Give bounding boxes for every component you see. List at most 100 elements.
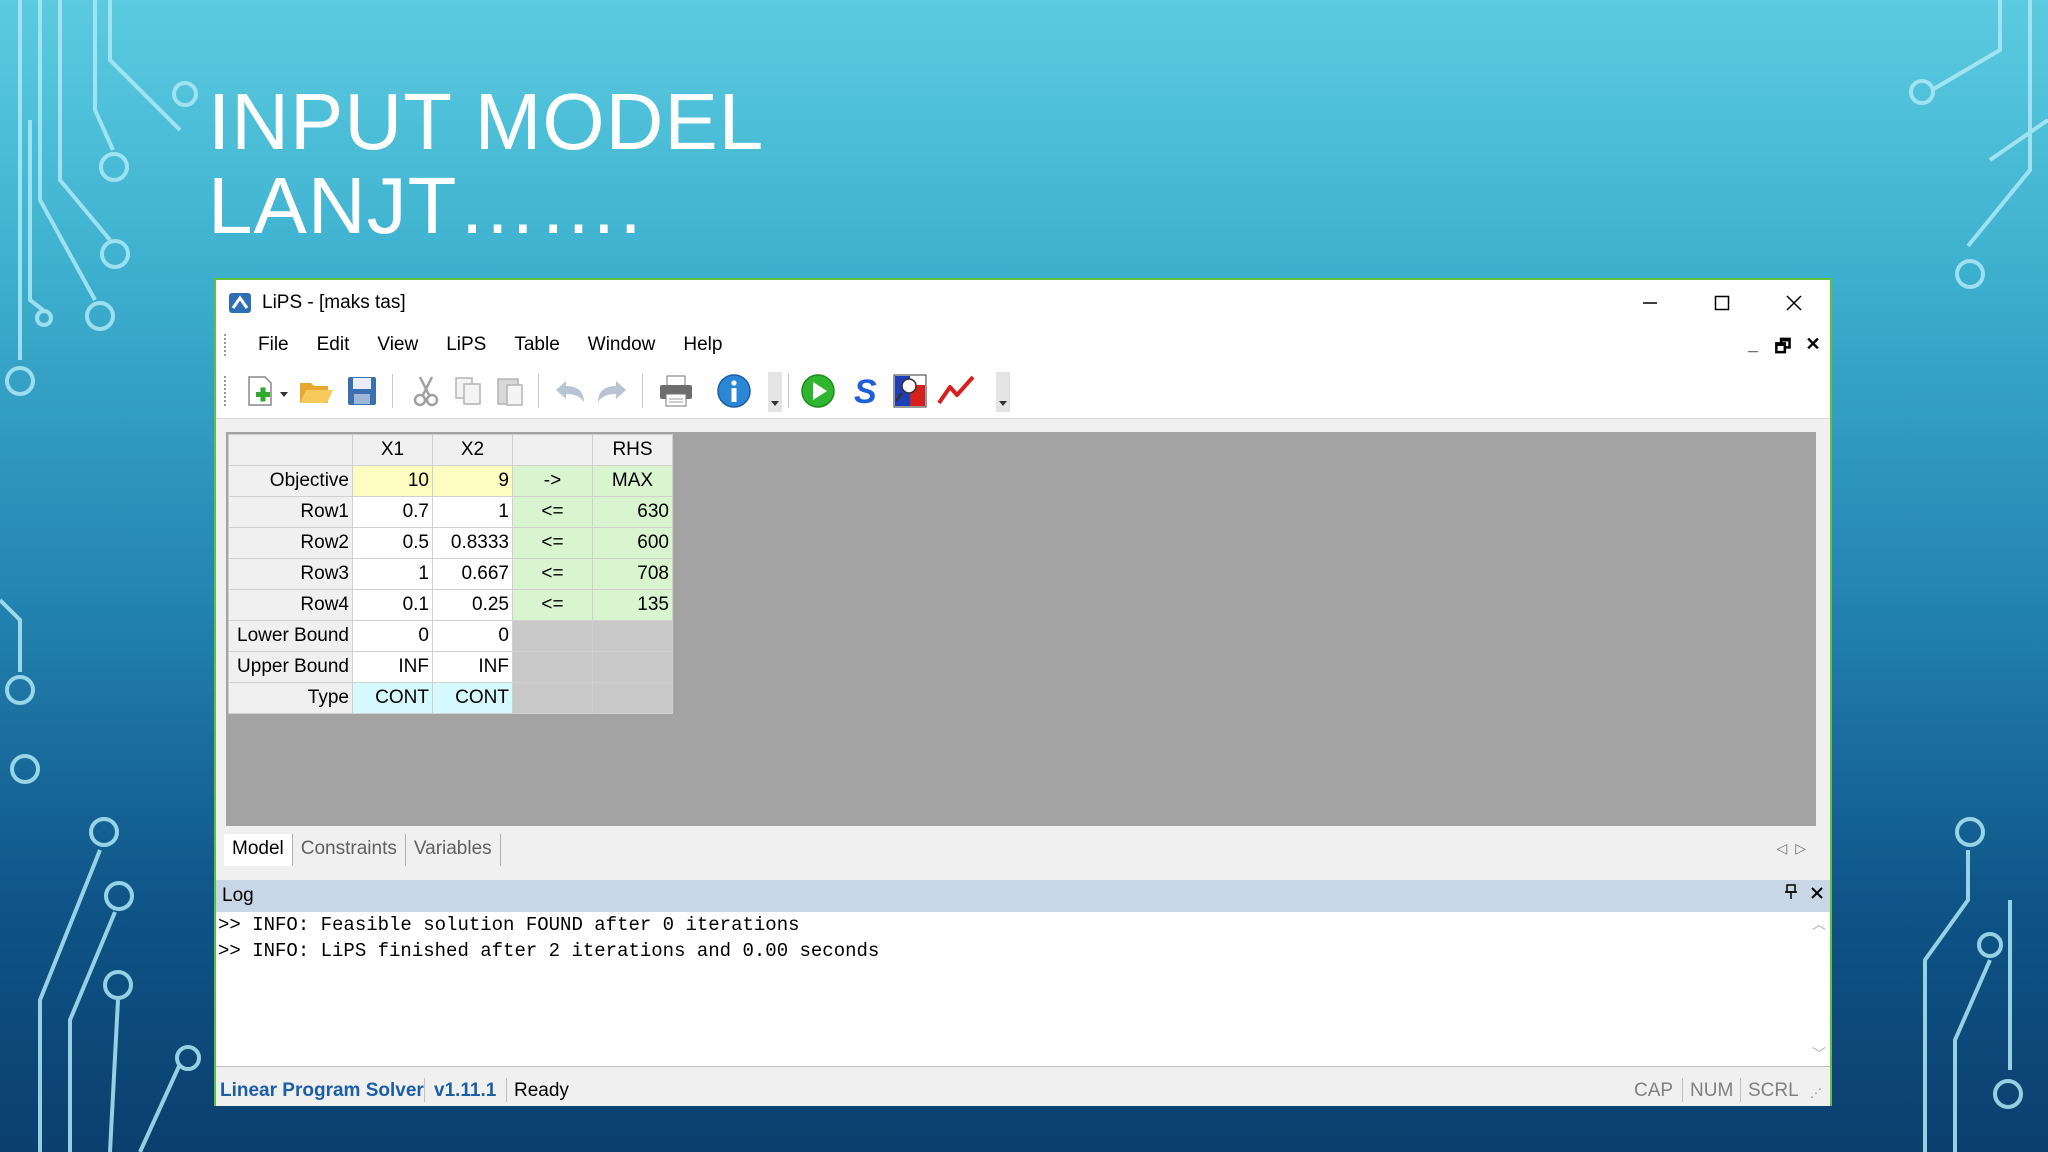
mdi-close-button[interactable]: ✕ [1804,334,1822,364]
redo-button[interactable] [592,372,632,410]
graph-icon [937,375,975,405]
cell-x2[interactable]: 0.25 [432,589,513,621]
cell-x2[interactable]: 0.8333 [432,527,513,559]
log-scrollbar[interactable]: ︿ ﹀ [1808,912,1828,1066]
toolbar-overflow-dropdown-2[interactable] [996,372,1010,412]
maximize-button[interactable] [1686,280,1758,326]
tab-scroll-arrows[interactable]: ◁▷ [1776,840,1814,857]
slide-title-line-1: INPUT MODEL [208,77,765,166]
tab-scroll-left-icon[interactable]: ◁ [1776,840,1795,856]
new-button[interactable] [240,372,280,410]
cell-x2[interactable]: INF [432,651,513,683]
col-header-x2[interactable]: X2 [432,434,513,466]
row-header[interactable]: Upper Bound [228,651,353,683]
paste-button[interactable] [490,372,530,410]
toolbar-grip [224,376,229,406]
cell-rhs[interactable]: 630 [592,496,673,528]
scroll-down-icon[interactable]: ﹀ [1812,1044,1826,1064]
graph-button[interactable] [936,372,976,410]
save-button[interactable] [342,372,382,410]
tab-scroll-right-icon[interactable]: ▷ [1795,840,1814,856]
cell-x1[interactable]: 0.5 [352,527,433,559]
row-header[interactable]: Objective [228,465,353,497]
log-close-icon[interactable] [1810,884,1824,905]
cell-x2[interactable]: CONT [432,682,513,714]
col-header-x1[interactable]: X1 [352,434,433,466]
log-title: Log [222,885,254,906]
tab-model[interactable]: Model [224,834,293,866]
cell-op[interactable]: <= [512,589,593,621]
cell-x2[interactable]: 1 [432,496,513,528]
row-header[interactable]: Row2 [228,527,353,559]
cell-rhs[interactable]: 708 [592,558,673,590]
undo-button[interactable] [550,372,590,410]
resize-grip-icon[interactable]: ⋰ [1810,1086,1822,1100]
window-title: LiPS - [maks tas] [262,292,406,313]
info-button[interactable] [714,372,754,410]
print-button[interactable] [656,372,696,410]
scroll-up-icon[interactable]: ︿ [1812,914,1826,934]
row-header[interactable]: Type [228,682,353,714]
row-header[interactable]: Lower Bound [228,620,353,652]
toolbar-overflow-dropdown[interactable] [768,372,782,412]
close-button[interactable] [1758,280,1830,326]
menu-lips[interactable]: LiPS [432,334,500,356]
cell-x2[interactable]: 0.667 [432,558,513,590]
solve-button[interactable]: S [844,372,884,410]
tab-variables[interactable]: Variables [406,834,501,866]
run-button[interactable] [798,372,838,410]
toolbar-separator [392,374,393,408]
new-dropdown-icon[interactable] [280,392,288,397]
cell-x2[interactable]: 9 [432,465,513,497]
row-header[interactable]: Row4 [228,589,353,621]
cell-x1[interactable]: CONT [352,682,433,714]
grid-row-row1: Row1 0.7 1 <= 630 [228,496,673,528]
cell-x2[interactable]: 0 [432,620,513,652]
log-output[interactable]: >> INFO: Feasible solution FOUND after 0… [216,912,1830,1067]
menu-help[interactable]: Help [669,334,736,356]
minimize-button[interactable] [1614,280,1686,326]
cell-x1[interactable]: 0 [352,620,433,652]
grid-row-row4: Row4 0.1 0.25 <= 135 [228,589,673,621]
cell-rhs[interactable]: MAX [592,465,673,497]
row-header[interactable]: Row3 [228,558,353,590]
cell-x1[interactable]: 10 [352,465,433,497]
menu-window[interactable]: Window [574,334,670,356]
status-divider [1740,1078,1741,1102]
cell-x1[interactable]: INF [352,651,433,683]
log-line: >> INFO: Feasible solution FOUND after 0… [218,914,800,936]
cell-x1[interactable]: 0.7 [352,496,433,528]
maximize-icon [1714,295,1730,311]
menu-bar: File Edit View LiPS Table Window Help _ … [216,326,1830,362]
cell-op[interactable]: -> [512,465,593,497]
cut-button[interactable] [406,372,446,410]
cell-op [512,651,593,683]
status-state: Ready [514,1080,569,1101]
menu-file[interactable]: File [244,334,303,356]
menu-edit[interactable]: Edit [303,334,364,356]
cell-rhs [592,682,673,714]
corner-cell[interactable] [228,434,353,466]
mdi-minimize-button[interactable]: _ [1744,334,1762,364]
cell-op[interactable]: <= [512,496,593,528]
menu-view[interactable]: View [363,334,432,356]
title-bar: LiPS - [maks tas] [216,280,1830,326]
menu-table[interactable]: Table [500,334,573,356]
open-button[interactable] [296,372,336,410]
col-header-rhs[interactable]: RHS [592,434,673,466]
sensitivity-button[interactable] [890,372,930,410]
status-divider [1682,1078,1683,1102]
cell-op[interactable]: <= [512,527,593,559]
cell-x1[interactable]: 0.1 [352,589,433,621]
pin-icon[interactable] [1784,884,1798,905]
cell-op[interactable]: <= [512,558,593,590]
cell-x1[interactable]: 1 [352,558,433,590]
row-header[interactable]: Row1 [228,496,353,528]
col-header-op[interactable] [512,434,593,466]
mdi-restore-button[interactable]: 🗗 [1774,334,1792,364]
cell-rhs[interactable]: 600 [592,527,673,559]
tab-constraints[interactable]: Constraints [293,834,406,866]
cell-rhs[interactable]: 135 [592,589,673,621]
toolbar-separator [538,374,539,408]
copy-button[interactable] [448,372,488,410]
